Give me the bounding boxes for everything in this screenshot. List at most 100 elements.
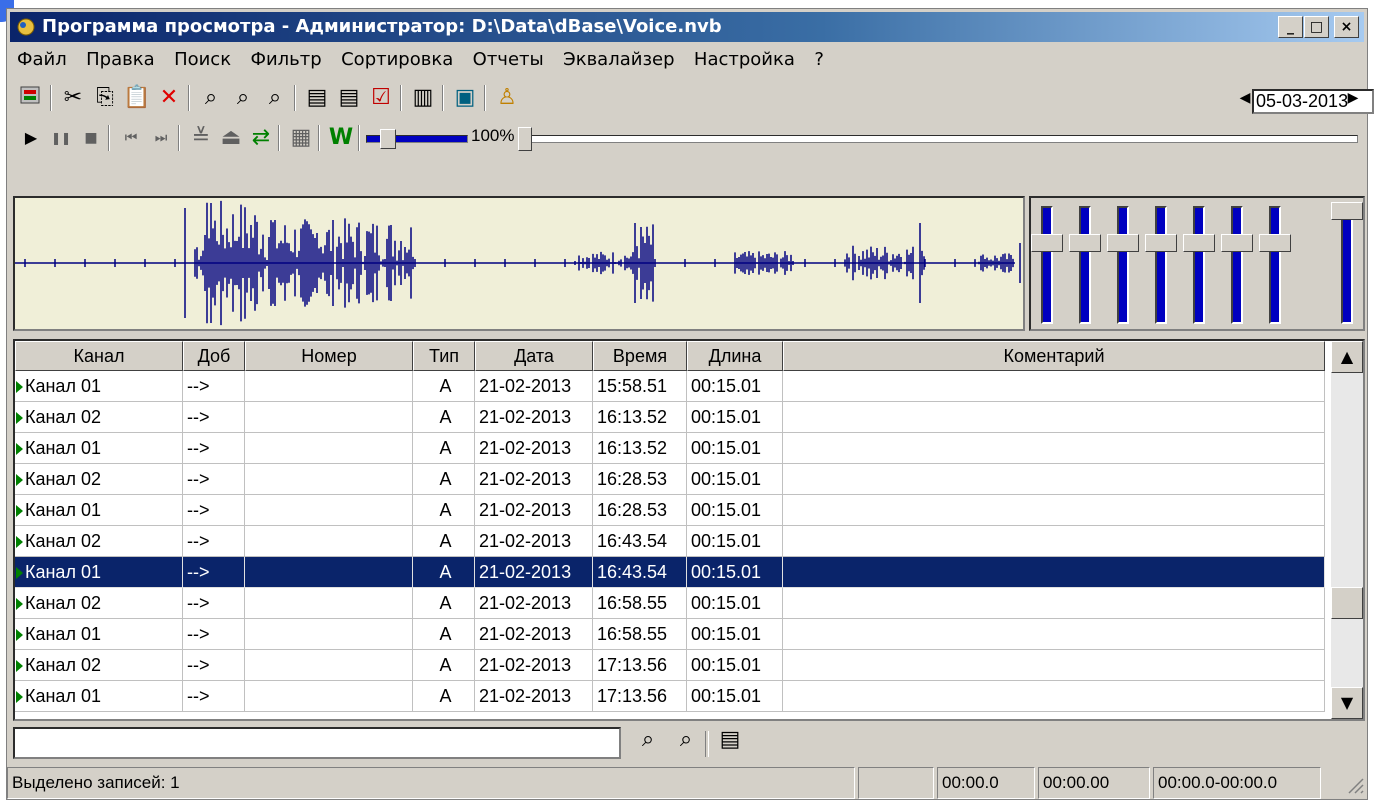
eq-master-slider[interactable] [1341, 206, 1353, 324]
eq-band-slider[interactable] [1269, 206, 1281, 324]
cell-comment [783, 650, 1325, 681]
scroll-up-button[interactable]: ▲ [1331, 341, 1363, 373]
header-time[interactable]: Время [593, 341, 687, 371]
table-row[interactable]: Канал 02 --> A 21-02-2013 16:13.52 00:15.01 [15, 402, 1325, 433]
scroll-down-button[interactable]: ▼ [1331, 687, 1363, 719]
scroll-thumb[interactable] [1331, 587, 1363, 619]
loop-icon[interactable]: ⇄ [246, 123, 276, 153]
table-row[interactable]: Канал 01 --> A 21-02-2013 15:58.51 00:15.01 [15, 371, 1325, 402]
eq-band-slider[interactable] [1117, 206, 1129, 324]
separator [278, 125, 280, 151]
cell-number [245, 681, 413, 712]
table-row[interactable]: Канал 01 --> A 21-02-2013 16:13.52 00:15.01 [15, 433, 1325, 464]
minimize-button[interactable]: _ [1278, 16, 1303, 38]
close-button[interactable]: × [1334, 16, 1359, 38]
table-row[interactable]: Канал 02 --> A 21-02-2013 17:13.56 00:15.01 [15, 650, 1325, 681]
header-date[interactable]: Дата [475, 341, 593, 371]
eq-band-slider[interactable] [1155, 206, 1167, 324]
volume-knob[interactable] [380, 129, 396, 149]
table-row[interactable]: Канал 02 --> A 21-02-2013 16:43.54 00:15.01 [15, 526, 1325, 557]
mark-start-icon[interactable]: ≚ [186, 123, 216, 153]
menu-filter[interactable]: Фильтр [243, 45, 328, 70]
sort-icon[interactable]: ▥ [408, 83, 438, 113]
menu-settings[interactable]: Настройка [687, 45, 802, 70]
user-icon[interactable]: ♙ [492, 83, 522, 113]
table-row[interactable]: Канал 01 --> A 21-02-2013 16:43.54 00:15.01 [15, 557, 1325, 588]
cut-icon[interactable]: ✂ [58, 83, 88, 113]
eq-band-knob[interactable] [1145, 234, 1177, 252]
cell-channel: Канал 02 [15, 650, 183, 681]
play-marker-icon [16, 443, 23, 456]
find-icon[interactable]: ⌕ [196, 83, 226, 113]
eq-band-knob[interactable] [1259, 234, 1291, 252]
menu-help[interactable]: ? [807, 45, 831, 70]
find-next-icon[interactable]: ⌕ [260, 83, 290, 113]
header-comment[interactable]: Коментарий [783, 341, 1325, 371]
eq-band-knob[interactable] [1069, 234, 1101, 252]
menu-file[interactable]: Файл [10, 45, 74, 70]
cell-dob: --> [183, 526, 245, 557]
header-dob[interactable]: Доб [183, 341, 245, 371]
eq-band-knob[interactable] [1107, 234, 1139, 252]
play-icon[interactable]: ▶ [16, 123, 46, 153]
cell-text: 21-02-2013 [479, 655, 572, 675]
next-date-button[interactable]: ▶ [1338, 83, 1368, 113]
rewind-icon[interactable]: ⏮ [116, 123, 146, 153]
vertical-scrollbar[interactable]: ▲ ▼ [1331, 341, 1363, 719]
maximize-button[interactable]: □ [1304, 16, 1329, 38]
menu-reports[interactable]: Отчеты [466, 45, 551, 70]
menu-edit[interactable]: Правка [79, 45, 162, 70]
eq-band-knob[interactable] [1221, 234, 1253, 252]
menu-sort[interactable]: Сортировка [334, 45, 460, 70]
filter-icon[interactable]: ▤ [302, 83, 332, 113]
position-slider[interactable] [518, 135, 1358, 143]
records-table: Канал Доб Номер Тип Дата Время Длина Коментарий… [13, 339, 1365, 721]
report-icon[interactable]: ▣ [450, 83, 480, 113]
resize-grip[interactable] [1345, 775, 1365, 795]
pause-icon[interactable]: ❚❚ [46, 123, 76, 153]
eq-band-slider[interactable] [1041, 206, 1053, 324]
eject-icon[interactable]: ⏏ [216, 123, 246, 153]
list-icon[interactable]: ▤ [334, 83, 364, 113]
cell-text: A [439, 531, 452, 551]
search-input[interactable] [13, 727, 621, 759]
eq-band-slider[interactable] [1193, 206, 1205, 324]
header-type[interactable]: Тип [413, 341, 475, 371]
header-number[interactable]: Номер [245, 341, 413, 371]
position-knob[interactable] [518, 127, 532, 151]
cell-text: A [439, 593, 452, 613]
find-next-icon[interactable]: ⌕ [671, 727, 701, 757]
copy-icon[interactable]: ⎘ [90, 83, 120, 113]
header-length[interactable]: Длина [687, 341, 783, 371]
export-icon[interactable]: ▦ [286, 123, 316, 153]
waveform-view[interactable] [13, 196, 1025, 331]
check-icon[interactable]: ☑ [366, 83, 396, 113]
menu-equalizer[interactable]: Эквалайзер [556, 45, 681, 70]
cell-length: 00:15.01 [687, 650, 783, 681]
waveform-icon[interactable]: W [326, 123, 356, 153]
find-prev-icon[interactable]: ⌕ [228, 83, 258, 113]
title-bar[interactable]: Программа просмотра - Администратор: D:\… [10, 12, 1364, 42]
table-row[interactable]: Канал 01 --> A 21-02-2013 17:13.56 00:15.01 [15, 681, 1325, 712]
menu-search[interactable]: Поиск [167, 45, 238, 70]
eq-band-slider[interactable] [1231, 206, 1243, 324]
forward-icon[interactable]: ⏭ [146, 123, 176, 153]
table-row[interactable]: Канал 02 --> A 21-02-2013 16:28.53 00:15.01 [15, 464, 1325, 495]
filter-icon[interactable]: ▤ [715, 727, 745, 757]
cell-text: --> [187, 562, 210, 582]
eq-master-knob[interactable] [1331, 202, 1363, 220]
table-row[interactable]: Канал 01 --> A 21-02-2013 16:28.53 00:15.01 [15, 495, 1325, 526]
cell-text: 21-02-2013 [479, 624, 572, 644]
stop-icon[interactable]: ■ [76, 123, 106, 153]
table-row[interactable]: Канал 02 --> A 21-02-2013 16:58.55 00:15.01 [15, 588, 1325, 619]
delete-icon[interactable]: ✕ [154, 83, 184, 113]
eq-band-knob[interactable] [1183, 234, 1215, 252]
header-channel[interactable]: Канал [15, 341, 183, 371]
table-row[interactable]: Канал 01 --> A 21-02-2013 16:58.55 00:15.01 [15, 619, 1325, 650]
cell-type: A [413, 371, 475, 402]
find-prev-icon[interactable]: ⌕ [633, 727, 663, 757]
eq-band-slider[interactable] [1079, 206, 1091, 324]
database-icon[interactable] [16, 83, 46, 113]
paste-icon[interactable]: 📋 [122, 83, 152, 113]
eq-band-knob[interactable] [1031, 234, 1063, 252]
